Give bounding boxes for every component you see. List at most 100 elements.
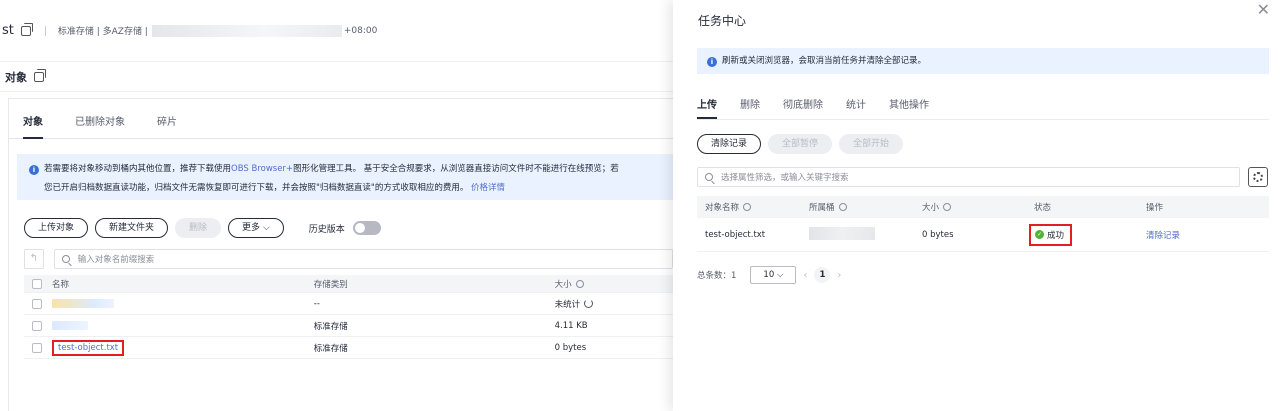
price-details-link[interactable]: 价格详情 [471,183,505,193]
object-name-link[interactable]: test-object.txt [52,339,125,356]
task-status: ✓ 成功 [1029,223,1146,246]
search-icon [61,255,70,263]
tab-permanent-delete[interactable]: 彻底删除 [783,96,823,117]
obs-browser-link[interactable]: OBS Browser+ [231,164,293,174]
obs-bucket-page: st 标准存储 | 多AZ存储 | +08:00 对象 对象 已删除对象 碎片 … [0,0,673,411]
status-label: 成功 [1047,230,1065,241]
object-name-cell: test-object.txt [52,339,314,356]
column-object-name-label: 对象名称 [705,203,740,213]
object-size: 0 bytes [554,342,587,353]
copy-icon[interactable] [20,22,33,36]
column-size-label: 大小 [554,279,572,290]
table-row: test-object.txt 标准存储 0 bytes [24,337,673,359]
row-checkbox[interactable] [32,298,42,309]
history-version-label: 历史版本 [308,224,345,235]
column-object-name[interactable]: 对象名称 [697,201,809,213]
object-header: 对象 [0,62,673,92]
storage-class: 标准存储 [313,321,348,332]
column-bucket-label: 所属桶 [809,203,835,213]
drawer-title: 任务中心 [698,14,747,28]
column-status: 状态 [1034,203,1052,213]
status-badge: ✓ 成功 [1029,223,1073,246]
object-tabs: 对象 已删除对象 碎片 [9,99,673,139]
drawer-notice: i 刷新或关闭浏览器，会取消当前任务并清除全部记录。 [697,48,1269,74]
column-size[interactable]: 大小 [922,201,1034,213]
object-panel: 对象 已删除对象 碎片 i 若需要将对象移动到桶内其他位置，推荐下载使用OBS B… [8,98,673,411]
object-search-input[interactable]: 输入对象名前缀搜索 [53,249,673,269]
info-notice: i 若需要将对象移动到桶内其他位置，推荐下载使用OBS Browser+图形化管理… [17,154,673,200]
task-center-drawer: 任务中心 ✕ i 刷新或关闭浏览器，会取消当前任务并清除全部记录。 上传 删除 彻… [673,0,1280,411]
page-size-select[interactable]: 10 ⌵ [750,266,797,284]
row-checkbox[interactable] [32,320,42,331]
column-storage-class: 存储类别 [313,279,348,290]
info-icon: i [707,57,717,67]
history-version-toggle[interactable] [352,221,381,235]
pause-all-button[interactable]: 全部暂停 [768,134,833,154]
column-size[interactable]: 大小 [555,278,673,290]
drawer-notice-text: 刷新或关闭浏览器，会取消当前任务并清除全部记录。 [722,56,927,66]
tab-objects[interactable]: 对象 [23,113,43,139]
refresh-icon[interactable] [584,299,594,308]
object-name[interactable] [52,299,314,308]
column-size-label: 大小 [922,203,940,213]
column-name: 名称 [52,279,70,290]
select-all-checkbox[interactable] [32,278,42,289]
gear-icon [1253,172,1263,182]
table-row: -- 未统计 [24,293,673,315]
table-settings-button[interactable] [1248,167,1268,187]
prev-page-icon[interactable]: ‹ [803,270,807,281]
task-bucket [809,226,922,243]
pagination: 总条数：1 10 ⌵ ‹ 1 › [697,266,848,284]
sort-icon [575,279,584,288]
storage-class: 标准存储 [313,343,348,354]
tab-statistics[interactable]: 统计 [846,96,866,117]
delete-button[interactable]: 删除 [175,218,222,238]
notice-text: 图形化管理工具。 基于安全合规要求，从浏览器直接访问文件时不能进行在线预览；若 [293,164,619,174]
more-label: 更多 [242,223,261,233]
tab-other-operations[interactable]: 其他操作 [889,96,929,117]
sort-icon [838,203,847,211]
object-name[interactable] [52,321,314,330]
tab-delete[interactable]: 删除 [740,96,760,117]
object-search-row: ↰ 输入对象名前缀搜索 [24,249,673,269]
column-bucket[interactable]: 所属桶 [809,201,922,213]
back-icon[interactable]: ↰ [24,249,44,269]
bucket-topbar: st 标准存储 | 多AZ存储 | +08:00 [0,0,673,62]
sort-icon [743,203,752,211]
task-tabs: 上传 删除 彻底删除 统计 其他操作 [697,96,952,119]
object-table: 名称 存储类别 大小 -- 未统计 标准存储 4.11 KB test-obje… [24,275,673,359]
page-number[interactable]: 1 [814,267,831,283]
task-toolbar: 清除记录 全部暂停 全部开始 [697,134,910,154]
clear-records-button[interactable]: 清除记录 [697,134,762,154]
more-button[interactable]: 更多 ⌵ [228,218,284,238]
table-header: 对象名称 所属桶 大小 状态 操作 [697,196,1269,218]
object-size: 未统计 [555,298,673,310]
copy-icon[interactable] [34,68,46,82]
search-placeholder: 输入对象名前缀搜索 [77,255,155,265]
chevron-down-icon: ⌵ [262,223,270,233]
row-checkbox[interactable] [32,342,42,353]
start-all-button[interactable]: 全部开始 [839,134,904,154]
close-icon[interactable]: ✕ [1257,0,1270,19]
divider [697,119,1269,120]
task-table: 对象名称 所属桶 大小 状态 操作 test-object.txt 0 byte… [697,196,1269,252]
tab-upload[interactable]: 上传 [697,96,717,119]
task-search-input[interactable]: 选择属性筛选，或输入关键字搜索 [697,167,1240,187]
check-circle-icon: ✓ [1035,230,1044,239]
search-placeholder: 选择属性筛选，或输入关键字搜索 [721,173,849,183]
new-folder-button[interactable]: 新建文件夹 [95,218,169,238]
page-title: 对象 [5,70,27,84]
task-object-name: test-object.txt [705,229,766,240]
tab-fragments[interactable]: 碎片 [157,113,177,138]
bucket-name: st [2,23,14,38]
info-icon: i [29,165,39,175]
sort-icon [943,203,952,211]
table-row: test-object.txt 0 bytes ✓ 成功 清除记录 [697,218,1269,252]
next-page-icon[interactable]: › [837,270,841,281]
tab-deleted-objects[interactable]: 已删除对象 [75,113,125,138]
upload-object-button[interactable]: 上传对象 [24,218,89,238]
object-toolbar: 上传对象 新建文件夹 删除 更多 ⌵ 历史版本 [24,217,673,239]
notice-text: 若需要将对象移动到桶内其他位置，推荐下载使用 [44,164,232,174]
object-size-value: 未统计 [554,299,581,310]
clear-record-link[interactable]: 清除记录 [1146,229,1269,241]
